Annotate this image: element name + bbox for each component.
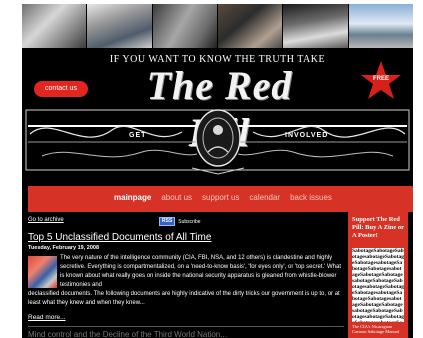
nav-item-back-issues[interactable]: back issues <box>290 193 332 202</box>
post-thumbnail <box>28 256 57 288</box>
ornamental-scrollwork <box>25 109 410 175</box>
next-post-title[interactable]: Mind control and the Decline of the Thir… <box>28 330 227 338</box>
support-link[interactable]: Support The Red Pill: Buy A Zine or A Po… <box>352 216 404 240</box>
header-photo <box>87 4 153 48</box>
main-content: Go to archive RSS Subscribe Top 5 Unclas… <box>28 212 344 338</box>
post-excerpt-continued: declassified documents. The following do… <box>28 291 340 306</box>
sabotage-poster-text: SabotageSabotageSabotagesabotageSabotage… <box>352 248 404 322</box>
post-date: Tuesday, February 19, 2008 <box>28 245 100 251</box>
header-photo <box>348 4 413 48</box>
contact-us-button[interactable]: contact us <box>34 81 88 97</box>
nav-item-support-us[interactable]: support us <box>202 193 239 202</box>
nav-item-about-us[interactable]: about us <box>161 193 192 202</box>
site-frame: IF YOU WANT TO KNOW THE TRUTH TAKE conta… <box>22 4 413 338</box>
nav-item-mainpage[interactable]: mainpage <box>114 193 151 202</box>
photo-strip <box>22 4 413 48</box>
post-title-link[interactable]: Top 5 Unclassified Documents of All Time <box>28 232 211 243</box>
read-more-link[interactable]: Read more... <box>28 314 66 321</box>
get-label: GET <box>129 132 147 139</box>
page: IF YOU WANT TO KNOW THE TRUTH TAKE conta… <box>0 0 423 338</box>
post-divider <box>28 326 344 327</box>
header-photo <box>217 4 284 48</box>
nav-items: mainpage about us support us calendar ba… <box>114 193 332 202</box>
post-excerpt: The very nature of the intelligence comm… <box>60 255 341 288</box>
sabotage-poster-image[interactable]: SabotageSabotageSabotagesabotageSabotage… <box>352 248 404 322</box>
involved-label: INVOLVED <box>285 132 329 139</box>
header-photo <box>22 4 88 48</box>
main-nav: mainpage about us support us calendar ba… <box>28 186 413 212</box>
free-star-badge[interactable]: FREE <box>360 60 402 102</box>
rss-icon[interactable]: RSS <box>159 217 176 226</box>
rss-subscribe[interactable]: RSS Subscribe <box>159 217 201 226</box>
archive-link[interactable]: Go to archive <box>28 217 64 223</box>
header-photo <box>283 4 349 48</box>
sidebar: Support The Red Pill: Buy A Zine or A Po… <box>348 212 408 338</box>
header-photo <box>152 4 218 48</box>
nav-item-calendar[interactable]: calendar <box>249 193 280 202</box>
poster-caption: The CIA's Nicaraguan Cartoon Sabotage Ma… <box>352 324 399 334</box>
subscribe-label[interactable]: Subscribe <box>178 219 200 225</box>
free-badge-label: FREE <box>372 76 389 82</box>
